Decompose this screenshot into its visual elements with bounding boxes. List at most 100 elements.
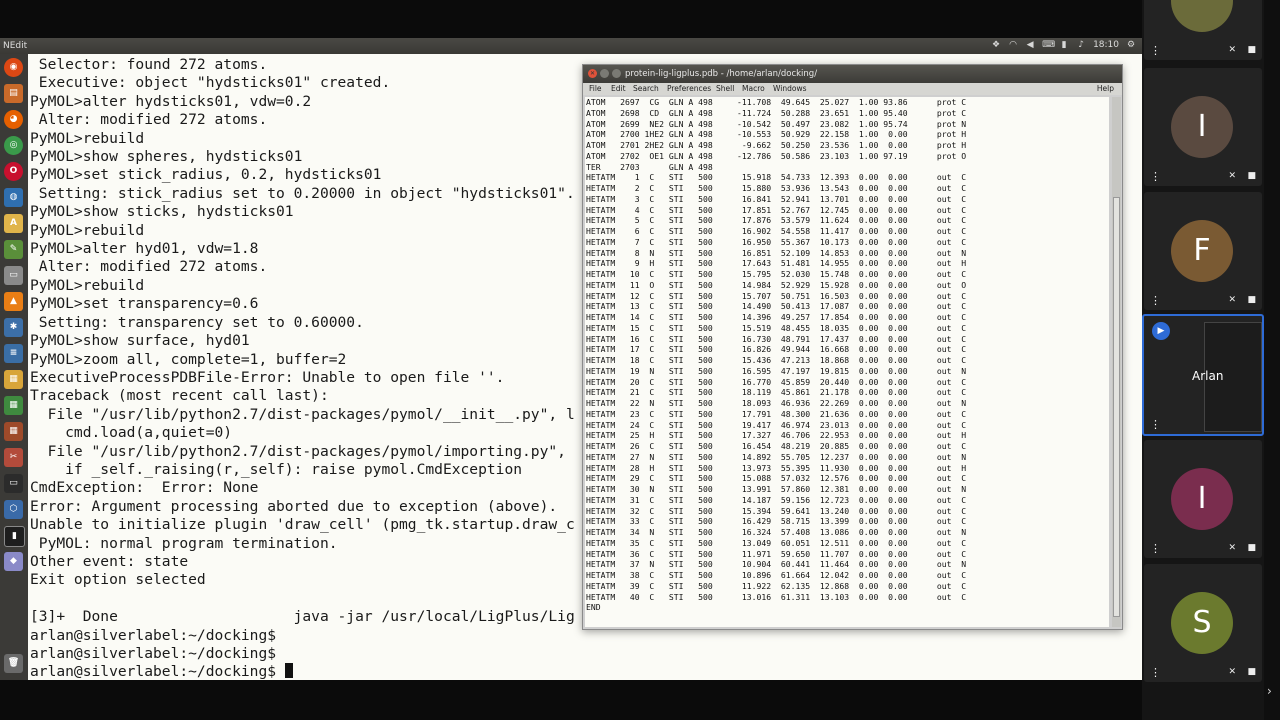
sound-icon[interactable]: ◀: [1025, 40, 1035, 50]
pdb-scrollbar-thumb[interactable]: [1113, 197, 1120, 617]
terminal-line: PyMOL>zoom all, complete=1, buffer=2: [30, 350, 347, 368]
volume-icon[interactable]: ♪: [1076, 40, 1086, 50]
pymol-icon[interactable]: ✱: [4, 318, 23, 337]
more-options-icon[interactable]: ⋮: [1150, 295, 1161, 306]
participant-tile[interactable]: F ⋮ ✕ ■: [1144, 192, 1262, 310]
menu-preferences[interactable]: Preferences: [667, 84, 711, 93]
menu-help[interactable]: Help: [1097, 84, 1114, 93]
terminal-line: Exit option selected: [30, 571, 206, 589]
more-options-icon[interactable]: ⋮: [1150, 667, 1161, 678]
participant-tile[interactable]: I ⋮ ✕ ■: [1144, 68, 1262, 186]
more-options-icon[interactable]: ⋮: [1150, 419, 1161, 430]
terminal-icon[interactable]: ▭: [4, 474, 23, 493]
pdb-line: HETATM 21 C STI 500 18.119 45.861 21.178…: [586, 387, 967, 398]
avatar: S: [1171, 592, 1233, 654]
terminal-line: PyMOL>show spheres, hydsticks01: [30, 148, 303, 166]
menu-search[interactable]: Search: [633, 84, 659, 93]
dropbox-icon[interactable]: ❖: [991, 40, 1001, 50]
molecule-icon[interactable]: ⬡: [4, 500, 23, 519]
participant-tile[interactable]: S ⋮ ✕ ■: [1144, 564, 1262, 682]
text-editor-icon[interactable]: ✎: [4, 240, 23, 259]
mic-off-icon: ✕: [1228, 543, 1236, 553]
document-icon[interactable]: ≡: [4, 344, 23, 363]
pdb-line: ATOM 2698 CD GLN A 498 -11.724 50.288 23…: [586, 107, 967, 118]
more-options-icon[interactable]: ⋮: [1150, 45, 1161, 56]
terminal-line: Alter: modified 272 atoms.: [30, 111, 268, 129]
gear-icon[interactable]: ⚙: [1126, 40, 1136, 50]
mic-off-icon: ✕: [1228, 295, 1236, 305]
pdb-line: HETATM 6 C STI 500 16.902 54.558 11.417 …: [586, 226, 967, 236]
chevron-right-icon[interactable]: ›: [1267, 684, 1272, 698]
top-panel: NEdit ❖ ◠ ◀ ⌨ ▮ ♪ 18:10 ⚙: [0, 38, 1142, 54]
drive-icon[interactable]: ▭: [4, 266, 23, 285]
more-options-icon[interactable]: ⋮: [1150, 543, 1161, 554]
vlc-icon[interactable]: ▲: [4, 292, 23, 311]
app-icon[interactable]: ◆: [4, 552, 23, 571]
participant-tile[interactable]: I ⋮ ✕ ■: [1144, 440, 1262, 558]
close-icon[interactable]: ✕: [588, 69, 597, 78]
minimize-icon[interactable]: [600, 69, 609, 78]
menu-shell[interactable]: Shell: [716, 84, 734, 93]
pdb-line: HETATM 39 C STI 500 11.922 62.135 12.868…: [586, 580, 967, 591]
terminal-line: if _self._raising(r,_self): raise pymol.…: [30, 460, 523, 478]
terminal-line: File "/usr/lib/python2.7/dist-packages/p…: [30, 405, 575, 423]
pdb-line: HETATM 35 C STI 500 13.049 60.051 12.511…: [586, 537, 967, 548]
menu-file[interactable]: File: [589, 84, 602, 93]
pdb-line: HETATM 10 C STI 500 15.795 52.030 15.748…: [586, 269, 967, 279]
pdb-line: ATOM 2702 OE1 GLN A 498 -12.786 50.586 2…: [586, 150, 967, 161]
software-icon[interactable]: A: [4, 214, 23, 233]
avatar: [1171, 0, 1233, 32]
pdb-line: ATOM 2700 1HE2 GLN A 498 -10.553 50.929 …: [586, 129, 967, 140]
pdb-line: HETATM 38 C STI 500 10.896 61.664 12.042…: [586, 570, 967, 580]
keyboard-icon[interactable]: ⌨: [1042, 40, 1055, 50]
calc-icon[interactable]: ▦: [4, 396, 23, 415]
pdb-line: ATOM 2699 NE2 GLN A 498 -10.542 50.497 2…: [586, 118, 967, 129]
terminal-line: File "/usr/lib/python2.7/dist-packages/p…: [30, 442, 566, 460]
ubuntu-dash-icon[interactable]: ◉: [4, 58, 23, 77]
presenting-icon: ▶: [1152, 322, 1170, 340]
maximize-icon[interactable]: [612, 69, 621, 78]
network-icon[interactable]: ◠: [1008, 40, 1018, 50]
camera-off-icon: ■: [1247, 295, 1256, 305]
pdb-line: HETATM 16 C STI 500 16.730 48.791 17.437…: [586, 333, 967, 344]
terminal-line: [3]+ Done java -jar /usr/local/LigPlus/L…: [30, 608, 575, 626]
more-options-icon[interactable]: ⋮: [1150, 171, 1161, 182]
pdb-scrollbar[interactable]: [1112, 97, 1121, 627]
pdb-text-area[interactable]: ATOM 2697 CG GLN A 498 -11.708 49.645 25…: [585, 97, 1109, 627]
pdb-title-bar[interactable]: ✕ protein-lig-ligplus.pdb - /home/arlan/…: [583, 65, 1122, 83]
opera-icon[interactable]: O: [4, 162, 23, 181]
pdb-line: HETATM 33 C STI 500 16.429 58.715 13.399…: [586, 516, 967, 527]
pdb-line: HETATM 20 C STI 500 16.770 45.859 20.440…: [586, 376, 967, 387]
trash-icon[interactable]: 🗑: [4, 654, 23, 673]
terminal-line: Executive: object "hydsticks01" created.: [30, 74, 391, 92]
menu-macro[interactable]: Macro: [742, 84, 765, 93]
pdb-viewer-window[interactable]: ✕ protein-lig-ligplus.pdb - /home/arlan/…: [582, 64, 1123, 630]
chrome-icon[interactable]: ◎: [4, 136, 23, 155]
writer-icon[interactable]: ▦: [4, 370, 23, 389]
terminal-line: PyMOL>rebuild: [30, 276, 145, 294]
camera-off-icon: ■: [1247, 45, 1256, 55]
firefox-icon[interactable]: ◕: [4, 110, 23, 129]
camera-off-icon: ■: [1247, 171, 1256, 181]
terminal-line: ExecutiveProcessPDBFile-Error: Unable to…: [30, 368, 505, 386]
terminal-line: PyMOL>set transparency=0.6: [30, 295, 259, 313]
menu-windows[interactable]: Windows: [773, 84, 806, 93]
mic-off-icon: ✕: [1228, 171, 1236, 181]
participant-tile-presenter[interactable]: ▶ Arlan ⋮: [1142, 314, 1264, 436]
terminal-line: PyMOL>rebuild: [30, 221, 145, 239]
terminal-line: Alter: modified 272 atoms.: [30, 258, 268, 276]
network-app-icon[interactable]: ◍: [4, 188, 23, 207]
files-icon[interactable]: ▤: [4, 84, 23, 103]
pdb-line: HETATM 2 C STI 500 15.880 53.936 13.543 …: [586, 183, 967, 193]
impress-icon[interactable]: ▦: [4, 422, 23, 441]
terminal-window-icon[interactable]: ▮: [4, 526, 25, 547]
tools-icon[interactable]: ✂: [4, 448, 23, 467]
pdb-line: HETATM 32 C STI 500 15.394 59.641 13.240…: [586, 505, 967, 516]
menu-edit[interactable]: Edit: [611, 84, 626, 93]
battery-icon[interactable]: ▮: [1059, 40, 1069, 50]
terminal-line: arlan@silverlabel:~/docking$: [30, 645, 277, 662]
participant-tile[interactable]: ⋮ ✕ ■: [1144, 0, 1262, 60]
participants-scrollbar[interactable]: ›: [1264, 0, 1280, 720]
pdb-line: HETATM 1 C STI 500 15.918 54.733 12.393 …: [586, 172, 967, 183]
clock[interactable]: 18:10: [1093, 40, 1119, 50]
